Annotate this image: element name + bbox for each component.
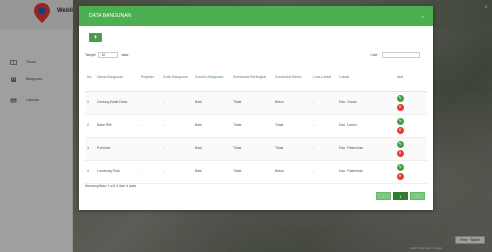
table-info: Menampilkan 1 s/d 4 dari 4 data	[85, 184, 137, 188]
table-row: 3 Polindes - - Baik Tidak Tidak - Dsn. P…	[85, 137, 427, 161]
table-row: 1 Gedung Balai Desa - - Baik Tidak Beton…	[85, 91, 427, 115]
modal-header: DATA BANGUNAN ×	[79, 6, 433, 26]
close-icon[interactable]: ×	[422, 14, 424, 19]
table-cell: -	[139, 114, 161, 138]
table-cell: Dsn. Patemdan	[337, 137, 373, 161]
table-cell: -	[139, 91, 161, 115]
column-header[interactable]: Lokasi	[337, 65, 373, 92]
table-row: 2 Balai RW - - Baik Tidak Tidak - Dsn. L…	[85, 114, 427, 138]
close-icon[interactable]: ✕	[396, 126, 404, 134]
length-prefix: Tampil	[85, 53, 96, 57]
table-cell: -	[139, 160, 161, 184]
table-cell: 1	[85, 91, 95, 115]
table-cell: Dsn. Garas	[337, 91, 373, 115]
pencil-icon[interactable]: ✎	[396, 94, 404, 102]
table-cell: -	[161, 91, 193, 115]
table-cell: Beton	[273, 91, 311, 115]
table-cell: -	[161, 114, 193, 138]
page-length-control: Tampil 10 data	[85, 52, 128, 58]
table-cell: -	[161, 137, 193, 161]
column-header[interactable]: Nama Bangunan	[95, 65, 139, 92]
column-header[interactable]: Luas Lantai	[311, 65, 337, 92]
table-cell: Baik	[193, 91, 231, 115]
table-cell: -	[311, 91, 337, 115]
search-control: Cari:	[370, 52, 420, 58]
column-header[interactable]: Konstruksi Beton	[273, 65, 311, 92]
bangunan-table: No Nama Bangunan Register Kode Bangunan …	[85, 65, 427, 184]
add-button[interactable]: +	[89, 33, 102, 42]
table-cell: Tidak	[231, 114, 273, 138]
search-label: Cari:	[370, 53, 378, 57]
close-icon[interactable]: ✕	[396, 172, 404, 180]
table-cell: Balai RW	[95, 114, 139, 138]
table-cell: Tidak	[231, 91, 273, 115]
page-button-current[interactable]: 1	[393, 192, 408, 200]
table-cell: Baik	[193, 114, 231, 138]
search-input[interactable]	[382, 52, 420, 58]
table-cell: Baik	[193, 137, 231, 161]
table-cell: Tidak	[273, 114, 311, 138]
plus-icon: +	[93, 34, 98, 41]
column-header: Aksi	[373, 65, 427, 92]
next-page-button[interactable]: ›	[410, 192, 425, 200]
table-row: 4 Lumbung Padi - - Baik Tidak Beton - Ds…	[85, 160, 427, 184]
table-cell: -	[311, 160, 337, 184]
modal-title: DATA BANGUNAN	[89, 13, 132, 19]
action-cell: ✎ ✕	[373, 114, 427, 138]
action-cell: ✎ ✕	[373, 160, 427, 184]
column-header[interactable]: Register	[139, 65, 161, 92]
pencil-icon[interactable]: ✎	[396, 140, 404, 148]
column-header[interactable]: Kode Bangunan	[161, 65, 193, 92]
table-cell: Gedung Balai Desa	[95, 91, 139, 115]
table-cell: 4	[85, 160, 95, 184]
table-cell: Lumbung Padi	[95, 160, 139, 184]
table-cell: -	[311, 137, 337, 161]
table-cell: -	[311, 114, 337, 138]
prev-page-button[interactable]: ‹	[376, 192, 391, 200]
table-cell: Tidak	[231, 160, 273, 184]
table-cell: 3	[85, 137, 95, 161]
action-cell: ✎ ✕	[373, 137, 427, 161]
pencil-icon[interactable]: ✎	[396, 163, 404, 171]
table-cell: -	[139, 137, 161, 161]
table-cell: -	[161, 160, 193, 184]
column-header[interactable]: Kondisi Bangunan	[193, 65, 231, 92]
close-icon[interactable]: ✕	[396, 103, 404, 111]
action-cell: ✎ ✕	[373, 91, 427, 115]
pencil-icon[interactable]: ✎	[396, 117, 404, 125]
data-bangunan-modal: DATA BANGUNAN × + Tampil 10 data Cari: N…	[79, 6, 433, 210]
close-icon[interactable]: ✕	[396, 149, 404, 157]
table-cell: Dsn. Patemdan	[337, 160, 373, 184]
table-cell: Beton	[273, 160, 311, 184]
table-header-row: No Nama Bangunan Register Kode Bangunan …	[85, 65, 427, 92]
table-cell: Baik	[193, 160, 231, 184]
table-cell: 2	[85, 114, 95, 138]
table-cell: Tidak	[231, 137, 273, 161]
pagination: ‹ 1 ›	[376, 192, 425, 200]
table-cell: Polindes	[95, 137, 139, 161]
table-cell: Dsn. Lesen	[337, 114, 373, 138]
column-header[interactable]: No	[85, 65, 95, 92]
column-header[interactable]: Konstruksi Bertingkat	[231, 65, 273, 92]
length-suffix: data	[121, 53, 129, 57]
table-cell: Tidak	[273, 137, 311, 161]
length-select[interactable]: 10	[98, 52, 119, 58]
